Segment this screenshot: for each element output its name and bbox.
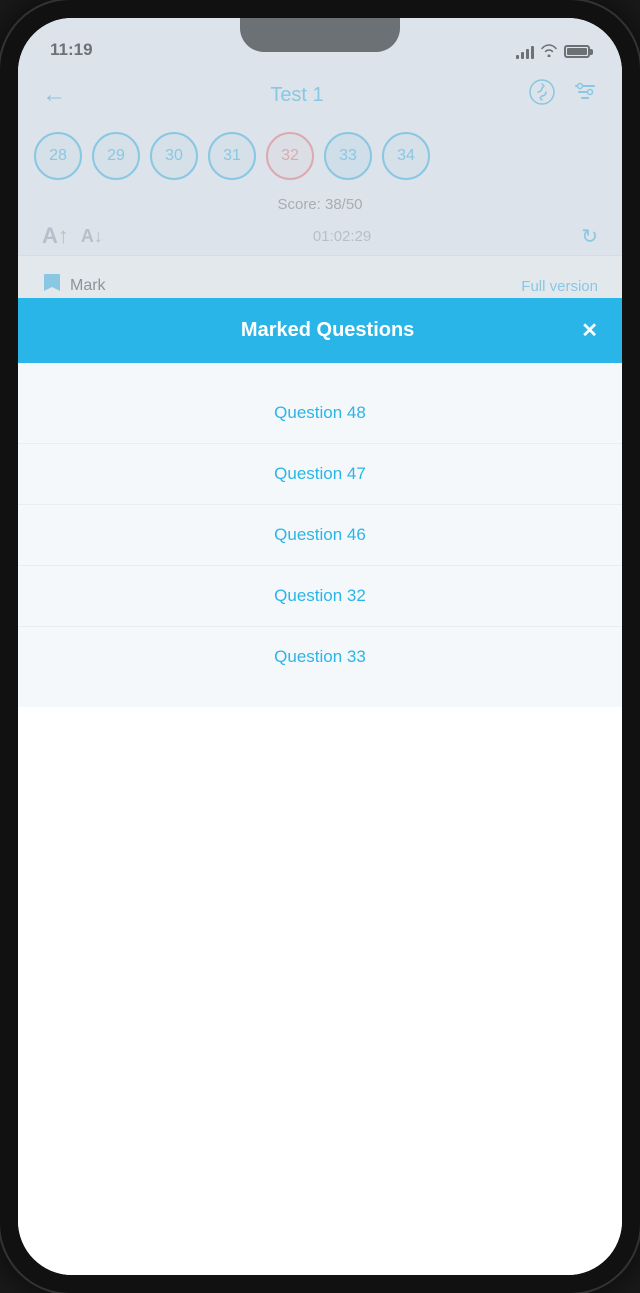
marked-question-48[interactable]: Question 48 <box>18 383 622 444</box>
modal-sheet: Marked Questions ✕ Question 48 Question … <box>18 298 622 1275</box>
screen-inner: 11:19 <box>18 18 622 1275</box>
phone-frame: 11:19 <box>0 0 640 1293</box>
marked-question-46[interactable]: Question 46 <box>18 505 622 566</box>
modal-overlay: Marked Questions ✕ Question 48 Question … <box>18 18 622 1275</box>
modal-close-button[interactable]: ✕ <box>581 318 598 343</box>
marked-question-32[interactable]: Question 32 <box>18 566 622 627</box>
phone-screen: 11:19 <box>18 18 622 1275</box>
modal-title: Marked Questions <box>74 319 581 342</box>
modal-body: Question 48 Question 47 Question 46 Ques… <box>18 363 622 707</box>
marked-question-33[interactable]: Question 33 <box>18 627 622 687</box>
modal-header: Marked Questions ✕ <box>18 298 622 363</box>
marked-question-47[interactable]: Question 47 <box>18 444 622 505</box>
